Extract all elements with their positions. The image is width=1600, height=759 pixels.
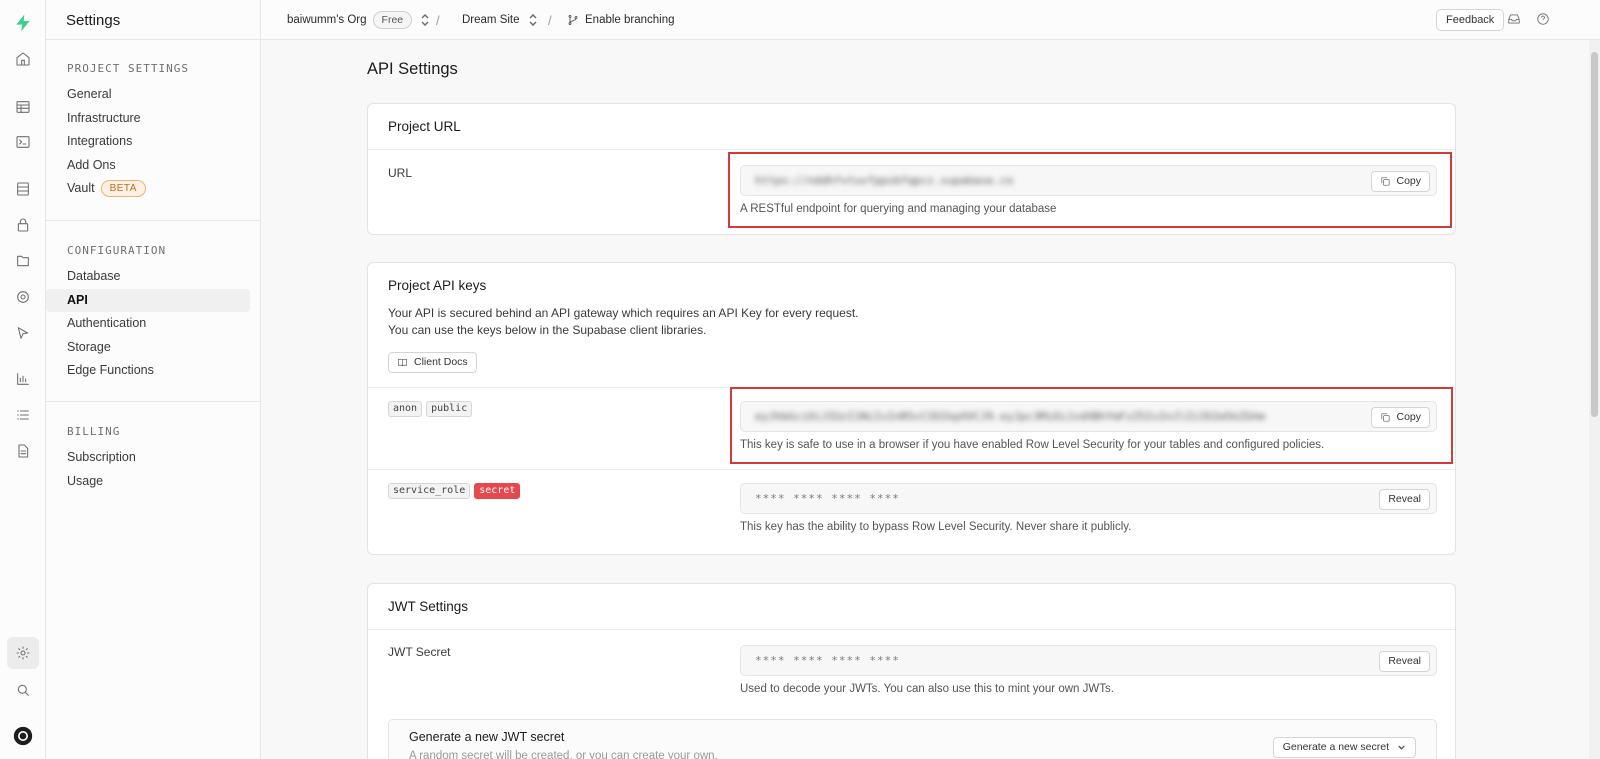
chevron-down-icon	[1398, 745, 1405, 750]
main-content: API Settings Project URL URL https://ndd…	[261, 40, 1585, 759]
avatar[interactable]	[12, 725, 34, 747]
menu-item-add-ons[interactable]: Add Ons	[46, 154, 250, 178]
menu-item-integrations[interactable]: Integrations	[46, 130, 250, 154]
git-branch-icon	[568, 15, 578, 25]
section-title: CONFIGURATION	[67, 244, 167, 257]
jwt-settings-card: JWT Settings JWT Secret **** **** **** *…	[367, 583, 1456, 759]
generate-jwt-panel: Generate a new JWT secret A random secre…	[388, 719, 1437, 759]
menu-item-vault[interactable]: Vault BETA	[46, 177, 250, 201]
inbox-icon[interactable]	[1507, 12, 1523, 28]
sql-editor-icon[interactable]	[12, 131, 34, 153]
jwt-secret-help-text: Used to decode your JWTs. You can also u…	[740, 683, 1114, 695]
public-tag: public	[426, 401, 473, 417]
help-icon[interactable]	[1536, 12, 1552, 28]
jwt-secret-field[interactable]: **** **** **** **** Reveal	[740, 645, 1437, 676]
lock-icon[interactable]	[12, 214, 34, 236]
service-role-key-value: **** **** **** ****	[755, 492, 900, 505]
client-docs-button[interactable]: Client Docs	[388, 352, 477, 373]
icon-rail	[0, 0, 46, 759]
project-url-card: Project URL URL https://nddhfvtuvfppsbfq…	[367, 103, 1456, 235]
vertical-scrollbar[interactable]	[1589, 40, 1600, 759]
url-label: URL	[388, 166, 413, 180]
card-heading: Project URL	[368, 104, 1455, 150]
beta-badge: BETA	[100, 180, 146, 197]
supabase-logo-icon[interactable]	[12, 12, 34, 34]
highlight-box	[730, 387, 1453, 464]
api-keys-description-2: You can use the keys below in the Supaba…	[388, 323, 707, 337]
api-keys-description-1: Your API is secured behind an API gatewa…	[388, 306, 859, 320]
reports-icon[interactable]	[12, 368, 34, 390]
menu-item-subscription[interactable]: Subscription	[46, 446, 250, 470]
anon-tag: anon	[388, 401, 423, 417]
menu-item-api[interactable]: API	[46, 288, 250, 312]
enable-branching-label: Enable branching	[585, 14, 675, 26]
project-api-keys-card: Project API keys Your API is secured beh…	[367, 262, 1456, 555]
project-name: Dream Site	[462, 14, 520, 26]
service-role-key-field[interactable]: **** **** **** **** Reveal	[740, 483, 1437, 514]
breadcrumb-separator: /	[548, 12, 552, 28]
reveal-service-key-button[interactable]: Reveal	[1379, 489, 1430, 510]
menu-item-storage[interactable]: Storage	[46, 336, 250, 360]
menu-divider	[46, 401, 260, 402]
menu-divider	[46, 39, 260, 40]
generate-new-secret-button[interactable]: Generate a new secret	[1272, 737, 1416, 758]
menu-item-general[interactable]: General	[46, 83, 250, 107]
menu-item-usage[interactable]: Usage	[46, 470, 250, 494]
chevron-updown-icon	[420, 13, 430, 27]
feedback-button[interactable]: Feedback	[1436, 9, 1505, 31]
secret-tag: secret	[474, 483, 521, 499]
card-heading: Project API keys	[388, 278, 487, 293]
settings-menu: Settings PROJECT SETTINGS General Infras…	[46, 0, 261, 759]
chevron-updown-icon	[528, 13, 538, 27]
home-icon[interactable]	[12, 48, 34, 70]
service-role-tags: service_role secret	[388, 482, 524, 499]
menu-item-label: Vault	[67, 181, 95, 195]
menu-item-edge-functions[interactable]: Edge Functions	[46, 359, 250, 383]
database-icon[interactable]	[12, 178, 34, 200]
scrollbar-thumb[interactable]	[1591, 52, 1598, 417]
menu-divider	[46, 220, 260, 221]
service-role-help-text: This key has the ability to bypass Row L…	[740, 521, 1132, 533]
generate-jwt-title: Generate a new JWT secret	[409, 730, 565, 744]
realtime-icon[interactable]	[12, 286, 34, 308]
menu-item-authentication[interactable]: Authentication	[46, 312, 250, 336]
plan-badge: Free	[372, 11, 413, 29]
org-switcher[interactable]: baiwumm's Org Free	[287, 0, 430, 40]
highlight-box	[728, 152, 1452, 228]
project-switcher[interactable]: Dream Site	[462, 0, 538, 40]
search-icon[interactable]	[12, 679, 34, 701]
jwt-secret-label: JWT Secret	[388, 645, 451, 659]
menu-item-infrastructure[interactable]: Infrastructure	[46, 107, 250, 131]
edge-functions-icon[interactable]	[12, 322, 34, 344]
storage-icon[interactable]	[12, 250, 34, 272]
top-bar: baiwumm's Org Free / Dream Site / Enable…	[261, 0, 1600, 40]
generate-new-secret-label: Generate a new secret	[1282, 741, 1389, 753]
menu-item-database[interactable]: Database	[46, 265, 250, 289]
menu-section-billing: BILLING Subscription Usage	[46, 424, 260, 493]
page-title: API Settings	[367, 60, 458, 78]
settings-gear-icon[interactable]	[7, 637, 39, 669]
section-title: PROJECT SETTINGS	[67, 62, 189, 75]
breadcrumb-separator: /	[436, 12, 440, 28]
section-title: BILLING	[67, 425, 121, 438]
client-docs-label: Client Docs	[414, 356, 468, 368]
logs-icon[interactable]	[12, 404, 34, 426]
row-divider	[368, 469, 1455, 470]
menu-section-project-settings: PROJECT SETTINGS General Infrastructure …	[46, 61, 260, 201]
service-role-tag: service_role	[388, 483, 471, 499]
menu-title: Settings	[66, 12, 121, 29]
book-icon	[398, 358, 407, 367]
org-name: baiwumm's Org	[287, 14, 367, 26]
table-editor-icon[interactable]	[12, 96, 34, 118]
card-heading: JWT Settings	[368, 584, 1455, 630]
docs-icon[interactable]	[12, 440, 34, 462]
generate-jwt-description: A random secret will be created, or you …	[409, 750, 718, 759]
jwt-secret-value: **** **** **** ****	[755, 654, 900, 667]
reveal-jwt-secret-button[interactable]: Reveal	[1379, 651, 1430, 672]
menu-section-configuration: CONFIGURATION Database API Authenticatio…	[46, 243, 260, 383]
enable-branching-button[interactable]: Enable branching	[567, 0, 675, 40]
anon-key-tags: anon public	[388, 400, 476, 417]
